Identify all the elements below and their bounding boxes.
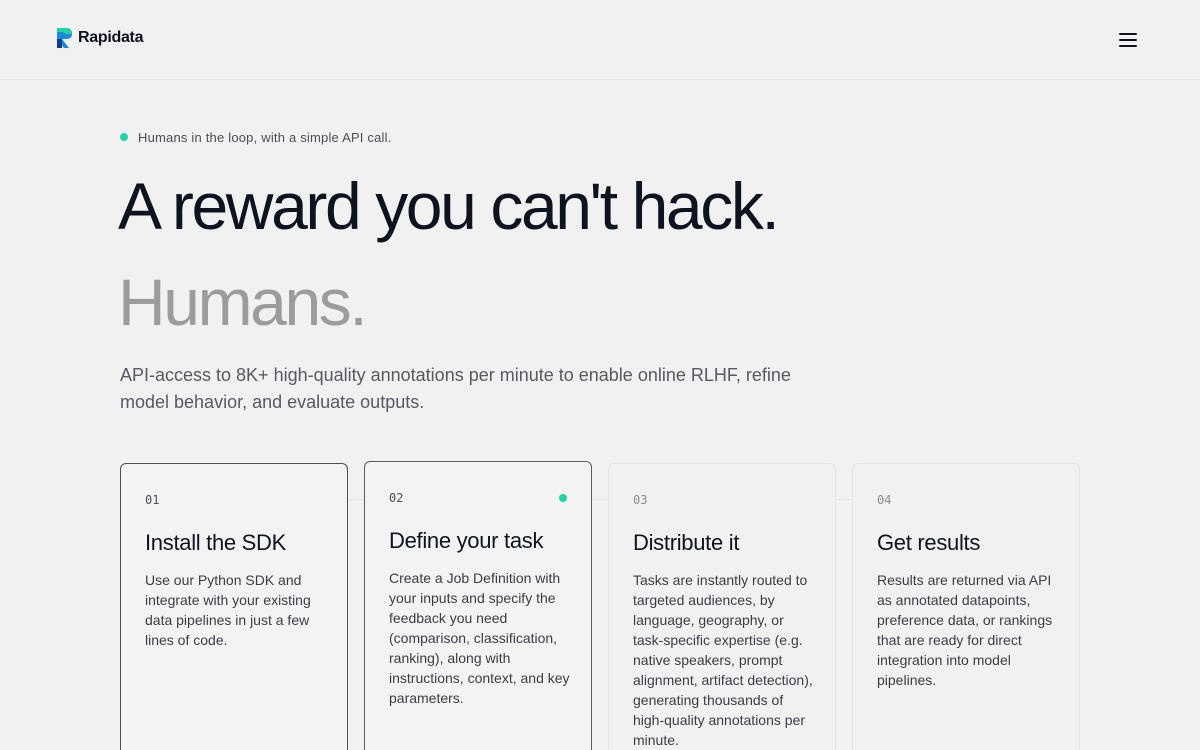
step-title: Define your task xyxy=(389,528,544,553)
hero-eyebrow: Humans in the loop, with a simple API ca… xyxy=(120,128,392,146)
step-description: Create a Job Definition with your inputs… xyxy=(389,570,570,706)
step-number: 03 xyxy=(633,493,648,507)
step-description: Tasks are instantly routed to targeted a… xyxy=(633,572,813,748)
step-description: Results are returned via API as annotate… xyxy=(877,572,1053,688)
step-card-define[interactable]: 02 Define your task Create a Job Definit… xyxy=(364,461,592,750)
step-title: Get results xyxy=(877,530,981,555)
active-step-dot-icon xyxy=(559,494,567,502)
step-card-results[interactable]: 04 Get results Results are returned via … xyxy=(852,463,1080,750)
step-number: 02 xyxy=(389,491,404,505)
hero-title: A reward you can't hack. xyxy=(118,169,780,243)
hero-eyebrow-text: Humans in the loop, with a simple API ca… xyxy=(138,129,392,145)
brand-logo-link[interactable]: Rapidata xyxy=(55,26,143,50)
step-card-install[interactable]: 01 Install the SDK Use our Python SDK an… xyxy=(120,463,348,750)
site-header: Rapidata xyxy=(0,0,1200,80)
status-dot-icon xyxy=(120,133,128,141)
brand-name: Rapidata xyxy=(78,29,144,46)
step-number: 01 xyxy=(145,493,160,507)
step-title: Distribute it xyxy=(633,530,740,555)
hero-subtitle: Humans. xyxy=(118,265,368,339)
step-description: Use our Python SDK and integrate with yo… xyxy=(145,572,311,648)
hamburger-menu-icon[interactable] xyxy=(1116,30,1140,50)
step-card-distribute[interactable]: 03 Distribute it Tasks are instantly rou… xyxy=(608,463,836,750)
step-title: Install the SDK xyxy=(145,530,287,555)
step-number: 04 xyxy=(877,493,892,507)
hero-lead: API-access to 8K+ high-quality annotatio… xyxy=(120,365,791,412)
rapidata-logo-icon xyxy=(57,28,72,48)
